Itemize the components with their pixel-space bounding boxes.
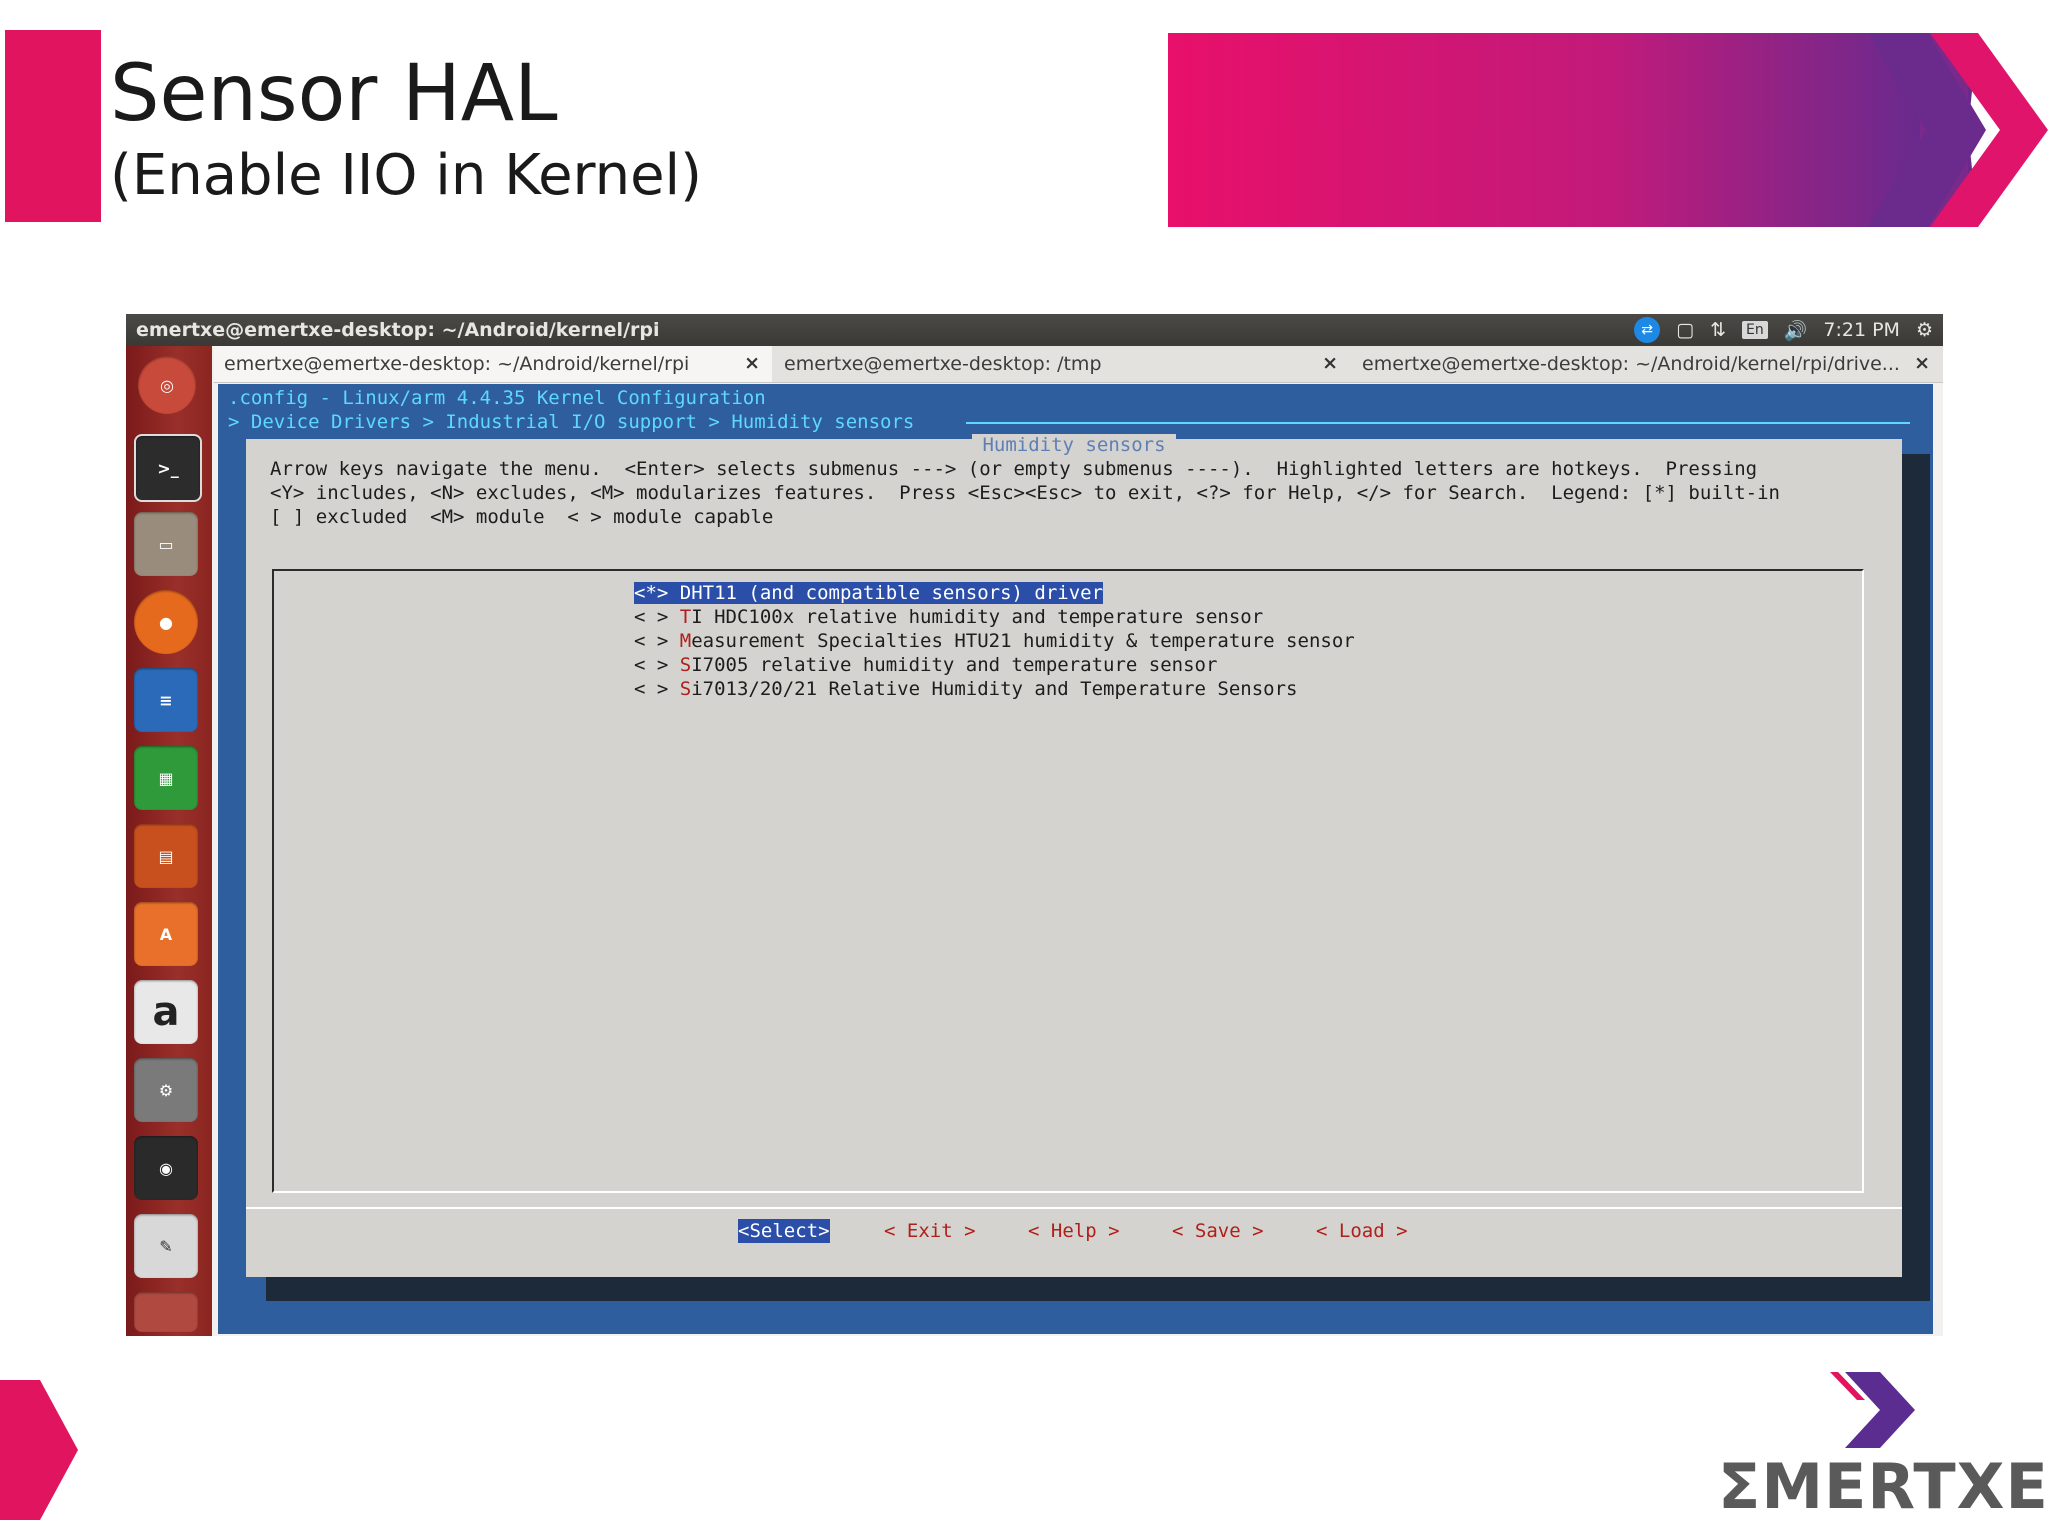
menu-item[interactable]: <*> DHT11 (and compatible sensors) drive… (634, 581, 1104, 605)
close-icon[interactable]: × (744, 352, 760, 374)
tab-drivers[interactable]: emertxe@emertxe-desktop: ~/Android/kerne… (1352, 346, 1942, 382)
breadcrumb-rule (966, 422, 1910, 424)
indicator-tray: ⇄ ▢ ⇅ En 🔊 7:21 PM ⚙ (1634, 316, 1933, 344)
header-banner-arrow (1168, 33, 2048, 227)
launcher: ◎ >_ ▭ ● ≡ ▦ ▤ A a ⚙ ◉ ✎ (126, 346, 212, 1336)
teamviewer-icon[interactable]: ⇄ (1634, 317, 1661, 343)
close-icon[interactable]: × (1914, 352, 1930, 374)
keyboard-layout-indicator[interactable]: En (1742, 321, 1768, 339)
slide-subtitle: (Enable IIO in Kernel) (110, 143, 702, 208)
tab-label: emertxe@emertxe-desktop: ~/Android/kerne… (224, 353, 690, 375)
menu-item[interactable]: < > SI7005 relative humidity and tempera… (634, 653, 1217, 677)
help-line-2: <Y> includes, <N> excludes, <M> modulari… (270, 482, 1780, 504)
volume-icon[interactable]: 🔊 (1784, 319, 1808, 342)
select-button[interactable]: <Select> (738, 1219, 830, 1243)
calc-icon[interactable]: ▦ (134, 746, 198, 810)
slide-title: Sensor HAL (110, 49, 558, 139)
config-header: .config - Linux/arm 4.4.35 Kernel Config… (228, 387, 766, 409)
terminal-screen[interactable]: .config - Linux/arm 4.4.35 Kernel Config… (218, 384, 1933, 1334)
ubuntu-dash-icon[interactable]: ◎ (138, 356, 196, 414)
gear-icon[interactable]: ⚙ (1916, 319, 1933, 341)
tab-rpi[interactable]: emertxe@emertxe-desktop: ~/Android/kerne… (214, 346, 772, 382)
trash-icon[interactable] (134, 1292, 198, 1332)
files-icon[interactable]: ▭ (134, 512, 198, 576)
writer-icon[interactable]: ≡ (134, 668, 198, 732)
software-center-icon[interactable]: A (134, 902, 198, 966)
dialog-shadow-right (1902, 454, 1930, 1292)
terminal-tab-bar: emertxe@emertxe-desktop: ~/Android/kerne… (214, 346, 1943, 383)
firefox-icon[interactable]: ● (134, 590, 198, 654)
impress-icon[interactable]: ▤ (134, 824, 198, 888)
save-button[interactable]: < Save > (1172, 1219, 1264, 1243)
tab-label: emertxe@emertxe-desktop: /tmp (784, 353, 1102, 375)
top-panel: emertxe@emertxe-desktop: ~/Android/kerne… (126, 314, 1943, 346)
dialog-separator (246, 1207, 1902, 1209)
close-icon[interactable]: × (1322, 352, 1338, 374)
system-settings-icon[interactable]: ⚙ (134, 1058, 198, 1122)
amazon-icon[interactable]: a (134, 980, 198, 1044)
color-icon[interactable]: ◉ (134, 1136, 198, 1200)
load-button[interactable]: < Load > (1316, 1219, 1408, 1243)
desktop-screenshot: emertxe@emertxe-desktop: ~/Android/kerne… (126, 314, 1943, 1336)
terminal-icon[interactable]: >_ (134, 434, 202, 502)
corner-arrow-decoration (0, 1380, 78, 1520)
emertxe-logo-text: ΣMERTXE (1718, 1450, 2048, 1523)
network-icon[interactable]: ⇅ (1710, 319, 1726, 341)
clock[interactable]: 7:21 PM (1823, 319, 1900, 341)
menu-item[interactable]: < > TI HDC100x relative humidity and tem… (634, 605, 1263, 629)
dialog-title: Humidity sensors (246, 433, 1902, 457)
tab-tmp[interactable]: emertxe@emertxe-desktop: /tmp × (774, 346, 1350, 382)
text-editor-icon[interactable]: ✎ (134, 1214, 198, 1278)
help-line-3: [ ] excluded <M> module < > module capab… (270, 506, 774, 528)
menuconfig-dialog: Humidity sensors Arrow keys navigate the… (246, 434, 1902, 1277)
help-line-1: Arrow keys navigate the menu. <Enter> se… (270, 458, 1758, 480)
exit-button[interactable]: < Exit > (884, 1219, 976, 1243)
title-accent-block (5, 30, 101, 222)
menu-item[interactable]: < > Measurement Specialties HTU21 humidi… (634, 629, 1355, 653)
tab-label: emertxe@emertxe-desktop: ~/Android/kerne… (1362, 353, 1900, 375)
menu-item[interactable]: < > Si7013/20/21 Relative Humidity and T… (634, 677, 1298, 701)
dropbox-icon[interactable]: ▢ (1676, 319, 1694, 341)
breadcrumb: > Device Drivers > Industrial I/O suppor… (228, 411, 926, 433)
window-title: emertxe@emertxe-desktop: ~/Android/kerne… (136, 319, 660, 341)
dialog-shadow-bottom (266, 1277, 1930, 1301)
menu-list-box: <*> DHT11 (and compatible sensors) drive… (272, 569, 1864, 1193)
help-button[interactable]: < Help > (1028, 1219, 1120, 1243)
